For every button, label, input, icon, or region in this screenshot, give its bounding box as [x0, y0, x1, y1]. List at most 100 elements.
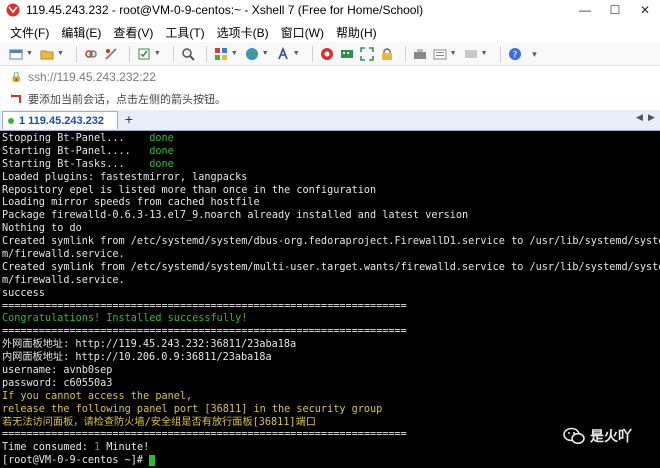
terminal-line: Nothing to do	[2, 223, 658, 236]
menu-bar: 文件(F) 编辑(E) 查看(V) 工具(T) 选项卡(B) 窗口(W) 帮助(…	[0, 22, 660, 42]
terminal-line-text: username: avnb0sep	[2, 365, 113, 377]
terminal-line: If you cannot access the panel,	[2, 391, 658, 404]
font-icon[interactable]	[275, 46, 291, 62]
menu-window[interactable]: 窗口(W)	[281, 24, 324, 41]
terminal-line: 若无法访问面板，请检查防火墙/安全组是否有放行面板[36811]端口	[2, 417, 658, 430]
toolbar-divider	[128, 45, 130, 62]
toolbar-divider	[499, 45, 501, 62]
watermark-text: 是火吖	[590, 429, 632, 445]
toolbar-divider	[205, 45, 207, 62]
chevron-down-icon[interactable]: ▼	[57, 50, 64, 57]
menu-tools[interactable]: 工具(T)	[165, 24, 204, 41]
link-icon[interactable]	[83, 46, 99, 62]
color-scheme-icon[interactable]	[213, 46, 229, 62]
menu-help[interactable]: 帮助(H)	[336, 24, 377, 41]
terminal-line: Time consumed: 1 Minute!	[2, 442, 658, 455]
help-icon[interactable]: ?	[507, 46, 523, 62]
connected-status-icon	[8, 117, 14, 124]
terminal-line-text: Loaded plugins: fastestmirror, langpacks	[2, 171, 248, 183]
terminal-padding	[125, 133, 150, 144]
terminal-line: username: avnb0sep	[2, 365, 658, 378]
terminal-status-done: done	[149, 158, 174, 170]
terminal-line: ========================================…	[2, 326, 658, 339]
terminal-line-text: ========================================…	[2, 429, 407, 441]
tab-scroll-left-icon[interactable]: ◀	[636, 112, 643, 123]
terminal-line: Loading mirror speeds from cached hostfi…	[2, 197, 658, 210]
menu-view[interactable]: 查看(V)	[113, 24, 153, 41]
toolbar-divider	[172, 45, 174, 62]
terminal-line-text: 外网面板地址: http://119.45.243.232:36811/23ab…	[2, 339, 297, 351]
terminal-line: Starting Bt-Tasks... done	[2, 159, 658, 172]
terminal-line-text: ========================================…	[2, 326, 407, 338]
terminal-line-text: Time consumed:	[2, 442, 95, 454]
toolbar-divider	[75, 45, 77, 62]
terminal-line-text: Loading mirror speeds from cached hostfi…	[2, 197, 260, 209]
lock-icon[interactable]	[379, 46, 395, 62]
minimize-button[interactable]: —	[570, 0, 600, 20]
keyboard-icon[interactable]	[339, 46, 355, 62]
chevron-down-icon[interactable]: ▼	[293, 50, 300, 57]
tab-scroll-right-icon[interactable]: ▶	[648, 112, 655, 123]
address-bar: 🔒 ssh://119.45.243.232:22	[0, 66, 660, 89]
menu-tabs[interactable]: 选项卡(B)	[217, 24, 269, 41]
toolbar: ▼ ▼ ▼ ▼ ▼ ▼ ▼ ▼ ? ▾	[0, 42, 660, 66]
terminal-status-done: done	[149, 145, 174, 157]
more-icon[interactable]: ▾	[527, 46, 543, 62]
title-bar: 119.45.243.232 - root@VM-0-9-centos:~ - …	[0, 0, 660, 20]
compose-icon[interactable]	[412, 46, 428, 62]
menu-edit[interactable]: 编辑(E)	[61, 24, 101, 41]
chevron-down-icon[interactable]: ▼	[450, 50, 457, 57]
xftp-icon[interactable]	[319, 46, 335, 62]
chevron-down-icon[interactable]: ▼	[154, 50, 161, 57]
tab-bar: 1 119.45.243.232	[0, 110, 660, 131]
add-session-arrow-icon[interactable]	[10, 93, 22, 105]
terminal-line-text: [root@VM-0-9-centos ~]#	[2, 455, 150, 467]
chevron-down-icon[interactable]: ▼	[231, 50, 238, 57]
close-button[interactable]: ✕	[630, 0, 660, 20]
terminal-line: password: c60550a3	[2, 378, 658, 391]
menu-file[interactable]: 文件(F)	[10, 24, 49, 41]
terminal-line-text: success	[2, 287, 45, 299]
wechat-icon	[563, 427, 585, 445]
tab-label: 1 119.45.243.232	[19, 114, 105, 127]
globe-icon[interactable]	[244, 46, 260, 62]
address-input[interactable]: ssh://119.45.243.232:22	[28, 70, 156, 84]
terminal-line: Loaded plugins: fastestmirror, langpacks	[2, 172, 658, 185]
chevron-down-icon[interactable]: ▼	[262, 50, 269, 57]
terminal-line: success	[2, 288, 658, 301]
chevron-down-icon[interactable]: ▼	[26, 50, 33, 57]
toolbar-divider	[404, 45, 406, 62]
terminal-line-text: If you cannot access the panel,	[2, 390, 193, 402]
new-tab-button[interactable]: +	[122, 111, 136, 127]
terminal-line: ========================================…	[2, 301, 658, 314]
terminal-cursor	[149, 455, 156, 467]
terminal-line: Package firewalld-0.6.3-13.el7_9.noarch …	[2, 210, 658, 223]
terminal-line-text: Created symlink from /etc/systemd/system…	[2, 236, 660, 248]
terminal-padding	[131, 146, 149, 157]
find-icon[interactable]	[180, 46, 196, 62]
terminal-line-text: m/firewalld.service.	[2, 274, 125, 286]
maximize-button[interactable]: ☐	[600, 0, 630, 20]
options-icon[interactable]	[432, 46, 448, 62]
terminal-line: 内网面板地址: http://10.206.0.9:36811/23aba18a	[2, 352, 658, 365]
terminal-padding	[125, 159, 150, 170]
toolbar-divider	[311, 45, 313, 62]
terminal-line: ========================================…	[2, 429, 658, 442]
session-hint-bar: 要添加当前会话，点击左侧的箭头按钮。	[0, 88, 660, 111]
properties-icon[interactable]	[136, 46, 152, 62]
terminal-line-text: Repository epel is listed more than once…	[2, 184, 377, 196]
watermark: 是火吖	[563, 426, 632, 446]
fullscreen-icon[interactable]	[359, 46, 375, 62]
toolbar-grey-icon[interactable]	[463, 46, 479, 62]
terminal-line: Repository epel is listed more than once…	[2, 185, 658, 198]
terminal-line: Starting Bt-Panel.... done	[2, 146, 658, 159]
svg-text:?: ?	[512, 50, 517, 60]
terminal-output[interactable]: Stopping Bt-Panel... done Starting Bt-Pan…	[0, 131, 660, 468]
terminal-line-text: 若无法访问面板，请检查防火墙/安全组是否有放行面板[36811]端口	[2, 416, 316, 428]
open-folder-icon[interactable]	[39, 46, 55, 62]
terminal-line-text: 内网面板地址: http://10.206.0.9:36811/23aba18a	[2, 352, 272, 364]
chevron-down-icon[interactable]: ▼	[481, 50, 488, 57]
tab-session-1[interactable]: 1 119.45.243.232	[2, 111, 118, 129]
new-session-icon[interactable]	[8, 46, 24, 62]
disconnect-icon[interactable]	[103, 46, 119, 62]
